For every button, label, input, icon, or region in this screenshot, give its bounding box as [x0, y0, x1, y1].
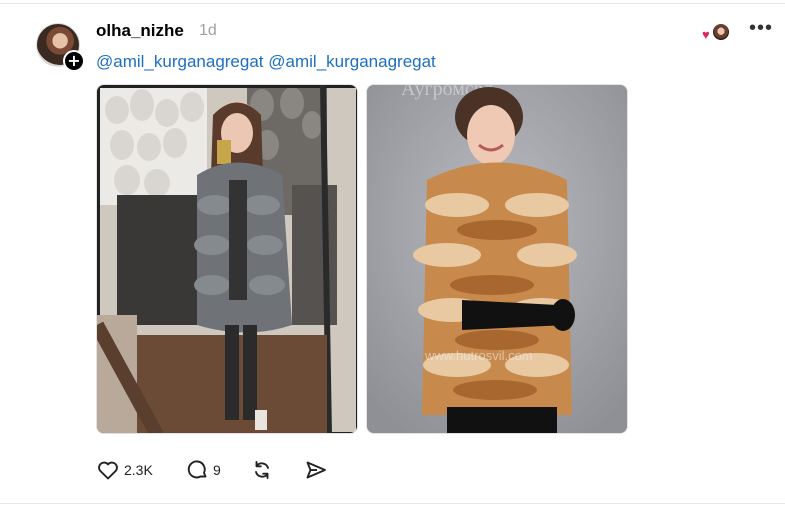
post-image-2[interactable]: Аугромсвл www.hutrosvil.com	[366, 84, 628, 434]
share-button[interactable]	[304, 457, 328, 483]
top-divider	[0, 3, 785, 4]
reply-count: 9	[213, 462, 221, 478]
author-username[interactable]: olha_nizhe	[96, 21, 184, 41]
author-avatar-container[interactable]: +	[36, 23, 85, 72]
send-icon	[306, 461, 326, 479]
post-image-1[interactable]	[96, 84, 358, 434]
mention-link-1[interactable]: @amil_kurganagregat	[96, 52, 264, 71]
more-options-button[interactable]: •••	[749, 18, 775, 41]
reply-button[interactable]: 9	[185, 457, 221, 483]
repost-button[interactable]	[250, 457, 274, 483]
fur-jacket-model-illustration: Аугромсвл www.hutrosvil.com	[367, 85, 627, 433]
watermark-bottom: www.hutrosvil.com	[424, 348, 533, 363]
follow-plus-icon[interactable]: +	[63, 50, 85, 72]
like-button[interactable]: 2.3K	[96, 457, 153, 483]
heart-icon: ♥	[702, 27, 710, 42]
mention-link-2[interactable]: @amil_kurganagregat	[268, 52, 436, 71]
post-caption: @amil_kurganagregat @amil_kurganagregat	[96, 52, 436, 72]
comment-bubble-icon	[187, 460, 207, 479]
like-count: 2.3K	[124, 462, 153, 478]
heart-outline-icon	[98, 461, 118, 480]
liker-avatar	[712, 23, 730, 41]
bottom-divider	[0, 503, 785, 504]
post-timestamp[interactable]: 1d	[199, 22, 217, 40]
repost-icon	[255, 461, 269, 479]
mirror-selfie-illustration	[97, 85, 357, 433]
likers-preview[interactable]: ♥	[702, 22, 732, 42]
